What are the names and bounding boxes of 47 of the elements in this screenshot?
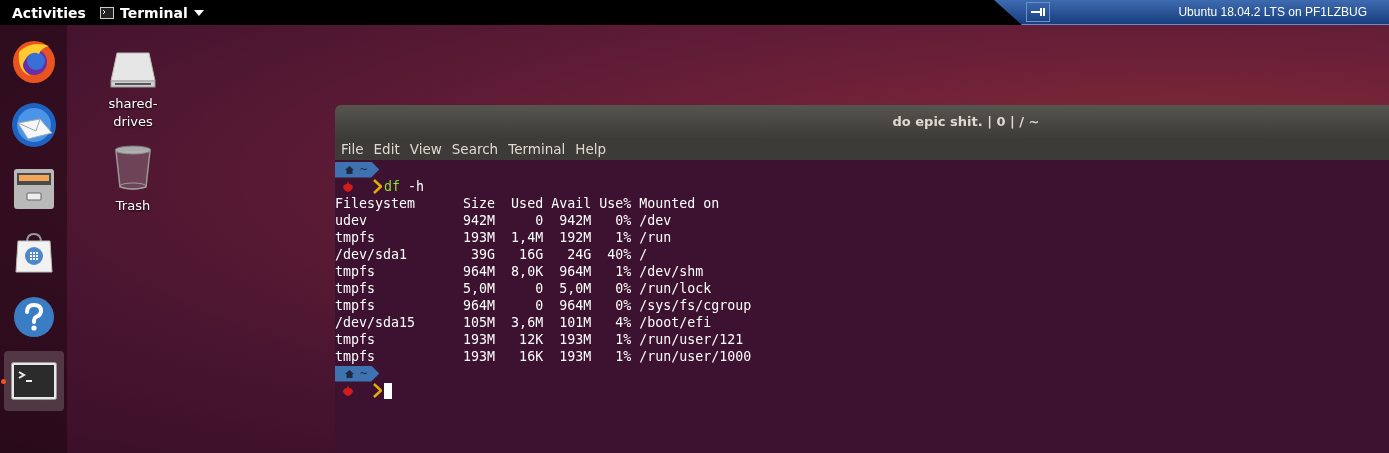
desktop-icon-label[interactable]: Trash xyxy=(103,197,163,215)
output-line: tmpfs 5,0M 0 5,0M 0% /run/lock xyxy=(335,280,712,297)
pin-button[interactable] xyxy=(1026,2,1050,22)
emblem-icon xyxy=(342,385,354,396)
command-text: df -h xyxy=(384,178,425,195)
output-line: udev 942M 0 942M 0% /dev xyxy=(335,212,672,229)
output-line: tmpfs 964M 0 964M 0% /sys/fs/cgroup xyxy=(335,297,752,314)
directory-text: ~ xyxy=(360,161,368,178)
drive-icon[interactable] xyxy=(109,51,157,89)
activities-button[interactable]: Activities xyxy=(12,4,92,21)
menu-item[interactable]: File xyxy=(336,141,369,157)
menu-item[interactable]: Terminal xyxy=(503,141,571,157)
output-line: tmpfs 964M 8,0K 964M 1% /dev/shm xyxy=(335,263,704,280)
desktop-icon-label[interactable]: shared-drives xyxy=(103,95,163,131)
output-line: tmpfs 193M 12K 193M 1% /run/user/121 xyxy=(335,331,744,348)
chevron-icon xyxy=(373,383,382,398)
output-line: /dev/sda1 39G 16G 24G 40% / xyxy=(335,246,648,263)
dock-item[interactable] xyxy=(3,351,64,411)
connection-title: Ubuntu 18.04.2 LTS on PF1LZBUG xyxy=(1178,5,1367,19)
trash-icon[interactable] xyxy=(113,145,153,191)
app-menu[interactable]: Terminal xyxy=(100,4,204,21)
running-indicator xyxy=(0,379,6,384)
pin-icon xyxy=(1031,8,1045,16)
window-title: do epic shit. | 0 | / ~ xyxy=(892,114,1040,129)
output-line: /dev/sda15 105M 3,6M 101M 4% /boot/efi xyxy=(335,314,712,331)
directory-text: ~ xyxy=(360,365,368,382)
menu-item[interactable]: Help xyxy=(570,141,612,157)
output-line: tmpfs 193M 16K 193M 1% /run/user/1000 xyxy=(335,348,752,365)
file-cabinet-icon[interactable] xyxy=(11,167,56,211)
home-icon xyxy=(345,369,354,378)
text-cursor xyxy=(384,382,392,399)
terminal-icon[interactable] xyxy=(10,362,57,400)
caret-icon xyxy=(193,9,204,16)
shopping-bag-icon[interactable] xyxy=(13,232,54,274)
bird-envelope-icon[interactable] xyxy=(9,101,58,149)
output-line: Filesystem Size Used Avail Use% Mounted on xyxy=(335,195,720,212)
menu-item[interactable]: Search xyxy=(446,141,504,157)
output-line: tmpfs 193M 1,4M 192M 1% /run xyxy=(335,229,672,246)
fox-globe-icon[interactable] xyxy=(10,38,57,84)
menu-item[interactable]: View xyxy=(404,141,447,157)
terminal-icon xyxy=(100,6,114,19)
terminal-area[interactable] xyxy=(335,160,1389,453)
chevron-icon xyxy=(373,179,382,194)
help-icon[interactable] xyxy=(12,296,55,338)
menu-item[interactable]: Edit xyxy=(368,141,405,157)
home-icon xyxy=(345,165,354,174)
emblem-icon xyxy=(342,181,354,192)
